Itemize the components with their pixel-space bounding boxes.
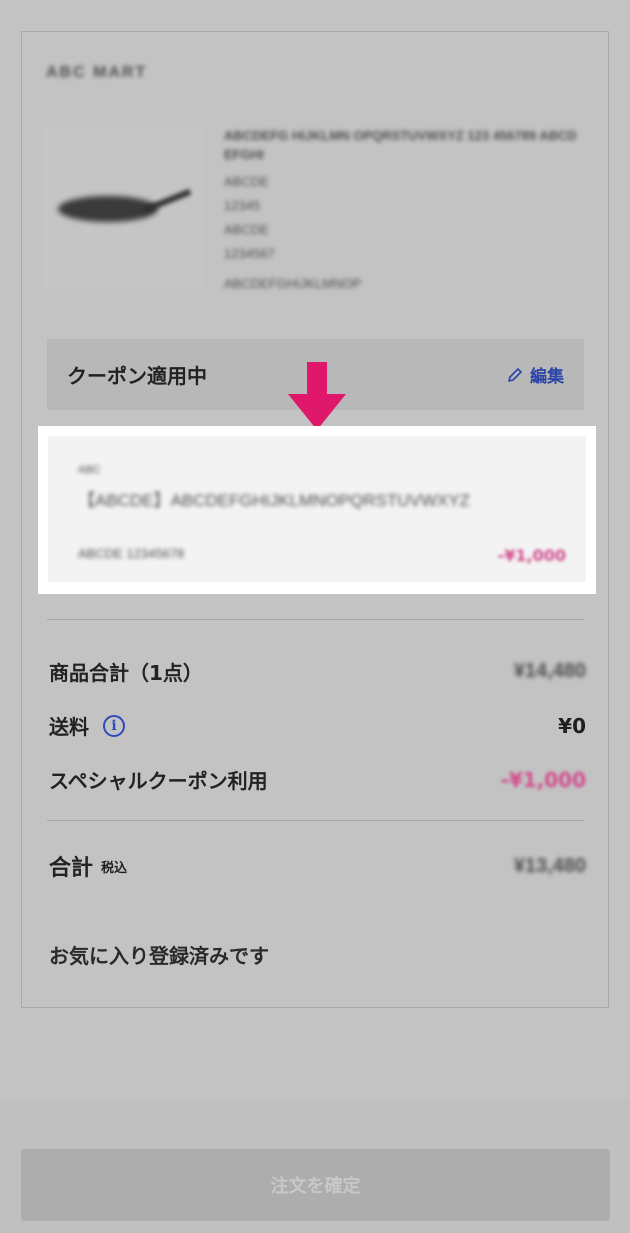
coupon-discount: -¥1,000 [497,546,566,565]
shipping-value: ¥0 [558,713,586,738]
product-meta: 12345 [224,198,261,213]
coupon-card[interactable]: ABC 【ABCDE】ABCDEFGHIJKLMNOPQRSTUVWXYZ AB… [48,436,586,582]
special-coupon-value: -¥1,000 [500,767,586,792]
product-meta: ABCDE [224,174,269,189]
product-title: ABCDEFG HIJKLMN OPQRSTUVWXYZ 123 456789 … [224,128,577,162]
divider [47,820,584,821]
product-details: ABCDEFG HIJKLMN OPQRSTUVWXYZ 123 456789 … [224,126,590,293]
special-coupon-label: スペシャルクーポン利用 [49,769,268,793]
coupon-card-highlight: ABC 【ABCDE】ABCDEFGHIJKLMNOPQRSTUVWXYZ AB… [38,426,596,594]
coupon-discount-row: スペシャルクーポン利用 -¥1,000 [49,765,586,794]
total-label: 合計 [49,856,94,881]
product-note: ABCDEFGHIJKLMNOP [224,276,362,291]
pencil-icon [508,367,522,382]
coupon-name: 【ABCDE】ABCDEFGHIJKLMNOPQRSTUVWXYZ [78,491,470,510]
coupon-tag: ABC [78,464,101,476]
shipping-label: 送料 [49,715,89,739]
product-meta: ABCDE [224,222,269,237]
coupon-applied-label: クーポン適用中 [67,364,207,388]
divider [47,619,584,620]
shipping-row: 送料 i ¥0 [49,711,586,740]
product-image [42,128,204,290]
confirm-order-button[interactable]: 注文を確定 [21,1149,610,1221]
subtotal-row: 商品合計（1点） ¥14,480 [49,657,586,686]
coupon-expiry: ABCDE 12345678 [78,546,185,561]
edit-link-label: 編集 [530,367,564,387]
total-value: ¥13,480 [513,854,586,877]
edit-coupon-link[interactable]: 編集 [506,362,564,387]
total-row: 合計 税込 ¥13,480 [49,850,586,882]
subtotal-label: 商品合計（1点） [49,661,203,685]
down-arrow-icon [288,362,346,430]
tax-included-label: 税込 [101,860,128,876]
shop-name: ABC MART [46,64,148,81]
subtotal-value: ¥14,480 [513,660,586,682]
favorite-status: お気に入り登録済みです [49,944,269,968]
product-meta: 1234567 [224,246,275,261]
info-icon[interactable]: i [103,714,125,737]
